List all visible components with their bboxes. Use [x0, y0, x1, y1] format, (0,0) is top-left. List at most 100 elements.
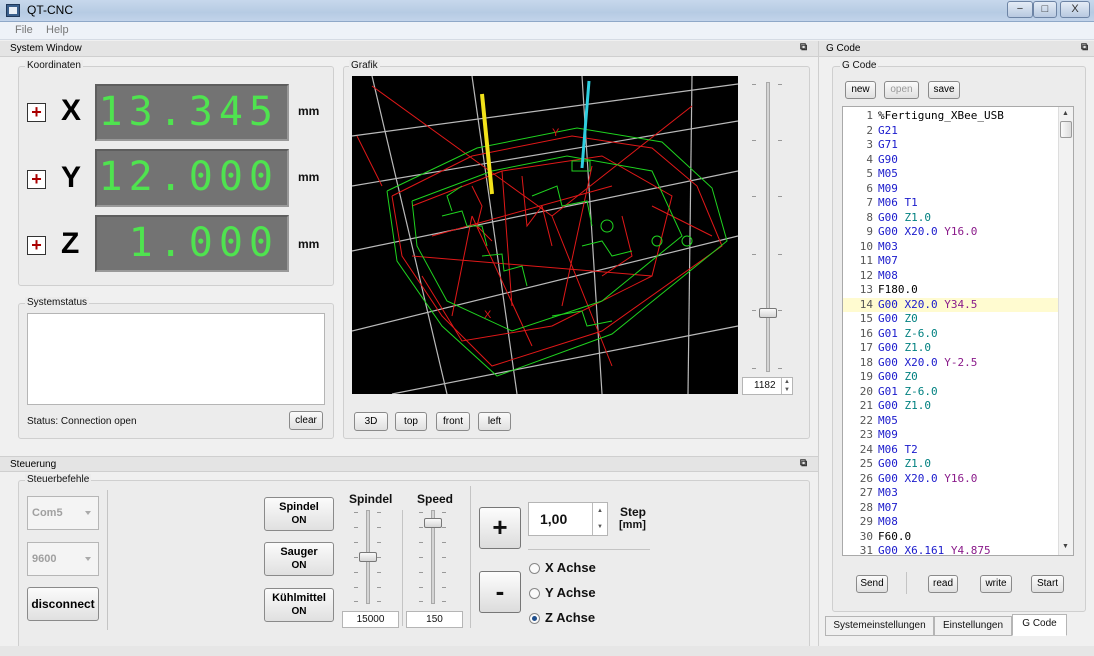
title-bar: QT-CNC − □ X [0, 0, 1094, 22]
read-button[interactable]: read [928, 575, 958, 593]
systemstatus-label: Systemstatus [25, 297, 90, 308]
float-icon[interactable]: ⧉ [800, 458, 807, 469]
z-achse-label[interactable]: Z Achse [545, 610, 595, 625]
kuehlmittel-state: ON [291, 606, 307, 617]
gcode-token: G00 [878, 355, 905, 369]
toolpath-3d-view[interactable]: Y X [351, 75, 739, 395]
minimize-button[interactable]: − [1007, 1, 1033, 18]
status-log[interactable] [27, 313, 325, 405]
speed-value-field[interactable]: 150 [406, 611, 463, 628]
y-expand-button[interactable]: + [27, 170, 46, 189]
gcode-line[interactable]: 27 M03 [843, 486, 1059, 501]
gcode-line[interactable]: 13 F180.0 [843, 283, 1059, 298]
view-top-button[interactable]: top [395, 412, 427, 431]
y-achse-radio[interactable] [529, 588, 540, 599]
gcode-line[interactable]: 18 G00 X20.0 Y-2.5 [843, 356, 1059, 371]
save-button[interactable]: save [928, 81, 960, 99]
maximize-button[interactable]: □ [1033, 1, 1057, 18]
disconnect-button[interactable]: disconnect [27, 587, 99, 621]
clear-button[interactable]: clear [289, 411, 323, 430]
gcode-line[interactable]: 4 G90 [843, 153, 1059, 168]
gcode-line[interactable]: 17 G00 Z1.0 [843, 341, 1059, 356]
z-unit: mm [298, 237, 320, 251]
kuehlmittel-toggle-button[interactable]: Kühlmittel ON [264, 588, 334, 622]
jog-minus-button[interactable]: - [479, 571, 521, 613]
view-front-button[interactable]: front [436, 412, 470, 431]
gcode-line[interactable]: 9 G00 X20.0 Y16.0 [843, 225, 1059, 240]
gcode-line[interactable]: 3 G71 [843, 138, 1059, 153]
send-button[interactable]: Send [856, 575, 888, 593]
line-number: 10 [859, 239, 873, 253]
gcode-line[interactable]: 15 G00 Z0 [843, 312, 1059, 327]
gcode-line[interactable]: 10 M03 [843, 240, 1059, 255]
gcode-line[interactable]: 5 M05 [843, 167, 1059, 182]
open-button[interactable]: open [884, 81, 919, 99]
gcode-line[interactable]: 29 M08 [843, 515, 1059, 530]
gcode-line[interactable]: 19 G00 Z0 [843, 370, 1059, 385]
gcode-line[interactable]: 7 M06 T1 [843, 196, 1059, 211]
gcode-line[interactable]: 28 M07 [843, 501, 1059, 516]
gcode-scroll-thumb[interactable] [1060, 121, 1072, 138]
x-achse-radio[interactable] [529, 563, 540, 574]
tab-g-code[interactable]: G Code [1012, 614, 1067, 636]
tab-systemeinstellungen[interactable]: Systemeinstellungen [825, 616, 934, 636]
x-achse-label[interactable]: X Achse [545, 560, 596, 575]
y-achse-label[interactable]: Y Achse [545, 585, 596, 600]
spindel-toggle-button[interactable]: Spindel ON [264, 497, 334, 531]
speed-slider-handle[interactable] [424, 517, 442, 528]
z-achse-radio[interactable] [529, 613, 540, 624]
gcode-line[interactable]: 21 G00 Z1.0 [843, 399, 1059, 414]
gcode-line[interactable]: 20 G01 Z-6.0 [843, 385, 1059, 400]
sauger-toggle-button[interactable]: Sauger ON [264, 542, 334, 576]
port-select[interactable]: Com5 [27, 496, 99, 530]
gcode-line[interactable]: 25 G00 Z1.0 [843, 457, 1059, 472]
view-left-button[interactable]: left [478, 412, 511, 431]
gcode-line[interactable]: 23 M09 [843, 428, 1059, 443]
gcode-line[interactable]: 26 G00 X20.0 Y16.0 [843, 472, 1059, 487]
scroll-up-icon[interactable]: ▲ [1062, 110, 1069, 117]
spindel-value-field[interactable]: 15000 [342, 611, 399, 628]
write-button[interactable]: write [980, 575, 1012, 593]
float-icon[interactable]: ⧉ [1081, 42, 1088, 53]
zoom-slider-handle[interactable] [759, 308, 777, 318]
z-expand-button[interactable]: + [27, 236, 46, 255]
gcode-token: M05 [878, 413, 898, 427]
step-spinbox[interactable]: 1,00 ▲ ▼ [528, 502, 608, 536]
chevron-down-icon [85, 557, 91, 561]
steuerung-title: Steuerung [10, 459, 57, 470]
gcode-line[interactable]: 14 G00 X20.0 Y34.5 [843, 297, 1059, 312]
gcode-scrollbar[interactable]: ▲ ▼ [1058, 107, 1073, 555]
gcode-line[interactable]: 2 G21 [843, 124, 1059, 139]
tab-einstellungen[interactable]: Einstellungen [934, 616, 1012, 636]
view-3d-button[interactable]: 3D [354, 412, 388, 431]
gcode-line[interactable]: 1 %Fertigung_XBee_USB [843, 109, 1059, 124]
gcode-line[interactable]: 16 G01 Z-6.0 [843, 327, 1059, 342]
zoom-slider-track[interactable] [766, 82, 770, 372]
new-button[interactable]: new [845, 81, 876, 99]
baud-select[interactable]: 9600 [27, 542, 99, 576]
spindel-slider-handle[interactable] [359, 552, 377, 562]
gcode-line[interactable]: 24 M06 T2 [843, 443, 1059, 458]
float-icon[interactable]: ⧉ [800, 42, 807, 53]
gcode-line[interactable]: 8 G00 Z1.0 [843, 211, 1059, 226]
scroll-down-icon[interactable]: ▼ [1062, 543, 1069, 550]
menu-help[interactable]: Help [46, 24, 69, 36]
close-button[interactable]: X [1060, 1, 1090, 18]
gcode-token: F180.0 [878, 283, 918, 296]
gcode-editor[interactable]: 1 %Fertigung_XBee_USB 2 G21 3 G71 4 G90 5 M05 6 M09… [842, 106, 1074, 556]
gcode-token: M03 [878, 486, 898, 499]
gcode-line[interactable]: 31 G00 X6.161 Y4.875 [843, 544, 1059, 555]
gcode-line[interactable]: 11 M07 [843, 254, 1059, 269]
gcode-token: G00 [878, 370, 905, 383]
gcode-line[interactable]: 12 M08 [843, 269, 1059, 284]
gcode-line[interactable]: 6 M09 [843, 182, 1059, 197]
start-button[interactable]: Start [1031, 575, 1064, 593]
gcode-line[interactable]: 22 M05 [843, 414, 1059, 429]
step-spin-arrows[interactable]: ▲ ▼ [592, 503, 607, 535]
x-expand-button[interactable]: + [27, 103, 46, 122]
menu-file[interactable]: File [15, 24, 33, 36]
zoom-spinbox[interactable]: 1182 ▲ ▼ [742, 377, 793, 395]
zoom-spin-arrows[interactable]: ▲ ▼ [781, 378, 792, 394]
gcode-line[interactable]: 30 F60.0 [843, 530, 1059, 545]
jog-plus-button[interactable]: + [479, 507, 521, 549]
